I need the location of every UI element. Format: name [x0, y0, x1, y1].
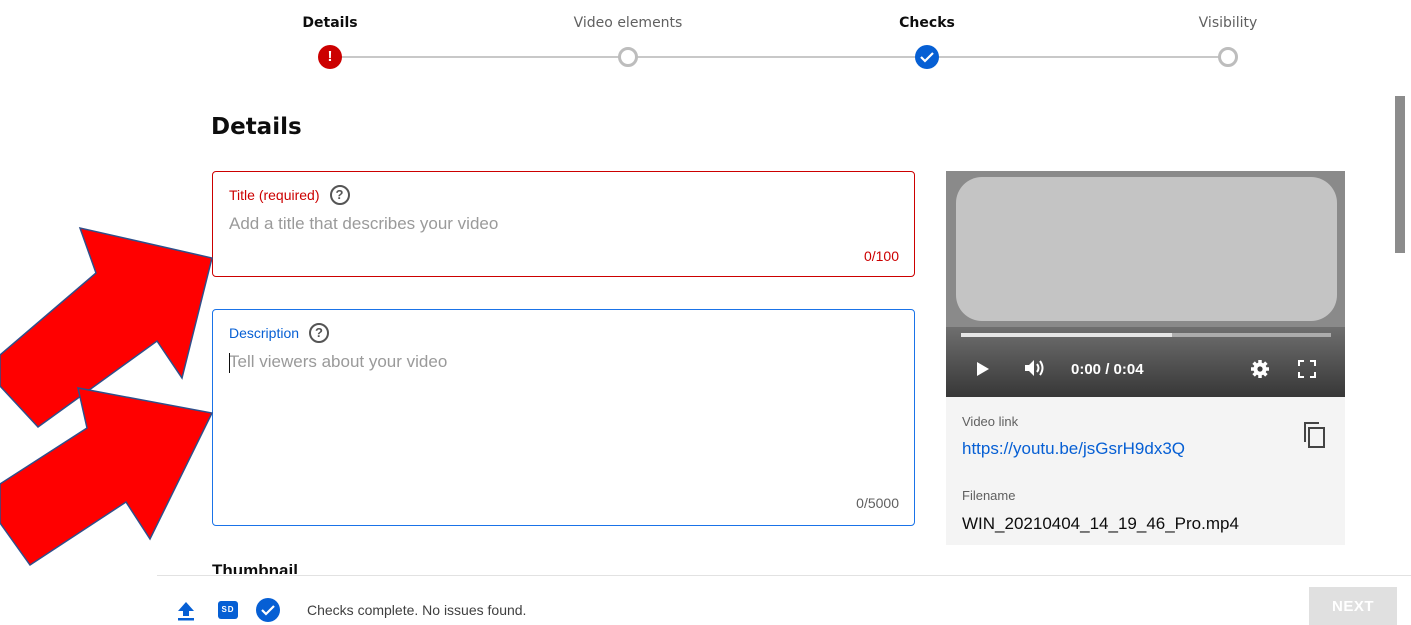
video-link-label: Video link: [962, 414, 1019, 429]
player-controls-bar: [946, 327, 1345, 397]
help-icon[interactable]: ?: [309, 323, 330, 343]
step-visibility-icon[interactable]: [1218, 47, 1238, 67]
description-field[interactable]: Description ? 0/5000: [212, 309, 915, 526]
description-field-label-row: Description ?: [229, 323, 330, 343]
step-visibility-label[interactable]: Visibility: [1148, 15, 1308, 31]
upload-icon[interactable]: [177, 601, 195, 625]
step-video-elements-icon[interactable]: [618, 47, 638, 67]
play-icon[interactable]: [977, 362, 989, 376]
dialog-footer: SD Checks complete. No issues found. NEX…: [157, 575, 1411, 625]
filename-label: Filename: [962, 488, 1016, 503]
description-char-counter: 0/5000: [856, 495, 899, 511]
copy-icon[interactable]: [1301, 420, 1327, 450]
description-input[interactable]: [229, 352, 889, 492]
annotation-arrow-upper: [0, 226, 213, 428]
step-video-elements-label[interactable]: Video elements: [548, 15, 708, 31]
title-field[interactable]: Title (required) ? 0/100: [212, 171, 915, 277]
video-preview-panel: 0:00 / 0:04 Video link https://youtu.be/…: [946, 171, 1345, 545]
volume-icon[interactable]: [1024, 358, 1046, 381]
scrollbar-thumb[interactable]: [1395, 96, 1405, 253]
title-field-label: Title (required): [229, 187, 320, 203]
title-input[interactable]: [229, 214, 889, 234]
sd-icon[interactable]: SD: [218, 601, 238, 619]
stepper-connector: [330, 56, 1228, 58]
description-field-label: Description: [229, 325, 300, 341]
title-field-label-row: Title (required) ?: [229, 185, 350, 205]
text-caret: [229, 353, 230, 373]
annotation-arrow-lower: [0, 387, 214, 567]
step-details-label[interactable]: Details: [250, 15, 410, 31]
video-player[interactable]: 0:00 / 0:04: [946, 171, 1345, 397]
step-checks-label[interactable]: Checks: [847, 15, 1007, 31]
step-checks-check-icon[interactable]: [915, 45, 939, 69]
progress-buffered: [961, 333, 1172, 337]
fullscreen-icon[interactable]: [1298, 360, 1316, 381]
filename-value: WIN_20210404_14_19_46_Pro.mp4: [962, 514, 1239, 533]
page-title: Details: [211, 114, 302, 140]
video-link[interactable]: https://youtu.be/jsGsrH9dx3Q: [962, 439, 1185, 459]
upload-stepper: Details ! Video elements Checks Visibili…: [0, 0, 1411, 80]
next-button[interactable]: NEXT: [1309, 587, 1397, 625]
gear-icon[interactable]: [1250, 359, 1270, 382]
time-display: 0:00 / 0:04: [1071, 361, 1144, 378]
video-frame[interactable]: [956, 177, 1337, 321]
checks-status-text: Checks complete. No issues found.: [307, 602, 527, 618]
check-icon[interactable]: [256, 598, 280, 622]
thumbnail-heading: Thumbnail: [212, 561, 298, 574]
title-char-counter: 0/100: [863, 248, 899, 264]
help-icon[interactable]: ?: [329, 185, 350, 205]
progress-bar[interactable]: [961, 333, 1331, 337]
step-details-error-icon[interactable]: !: [318, 45, 342, 69]
